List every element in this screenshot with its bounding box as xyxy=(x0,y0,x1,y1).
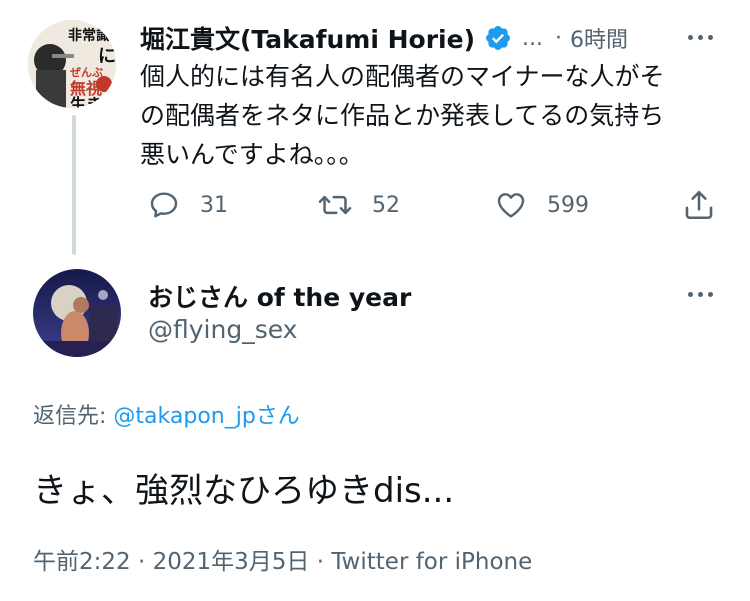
reply-count: 31 xyxy=(200,192,228,218)
like-action[interactable]: 599 xyxy=(495,189,589,221)
parent-display-name[interactable]: 堀江貴文(Takafumi Horie) xyxy=(140,20,475,56)
replying-to-label: 返信先: xyxy=(33,404,114,429)
avatar-book-text-1: 非常識 xyxy=(68,27,110,44)
avatar-book-text-3: ぜんぶ xyxy=(70,66,103,79)
reply-timestamp[interactable]: 午前2:22 · 2021年3月5日 · Twitter for iPhone xyxy=(33,542,532,576)
reply-tweet-text: きょ、強烈なひろゆきdis... xyxy=(33,471,455,511)
retweet-icon xyxy=(318,189,352,221)
parent-tweet-line-1: 個人的には有名人の配偶者のマイナーな人がそ xyxy=(140,62,665,91)
reply-handle[interactable]: @flying_sex xyxy=(148,315,297,344)
parent-time[interactable]: 6時間 xyxy=(570,22,628,54)
share-icon[interactable] xyxy=(682,188,716,226)
like-icon xyxy=(495,189,527,221)
parent-ellipsis: ... xyxy=(522,25,543,51)
reply-icon xyxy=(148,189,180,221)
reply-avatar-image xyxy=(33,269,121,357)
reply-more-icon[interactable] xyxy=(688,292,713,297)
avatar-book-text-2: に xyxy=(98,46,116,67)
parent-tweet-line-3: 悪いんですよね。。。 xyxy=(140,140,364,169)
parent-avatar-image: 非常識 に ぜんぶ 無視 生き xyxy=(28,20,116,108)
avatar-book-text-5: 生き xyxy=(70,95,102,108)
reply-action[interactable]: 31 xyxy=(148,189,228,221)
thread-line xyxy=(72,115,76,255)
replying-to-handle-link[interactable]: @takapon_jp xyxy=(113,404,255,429)
reply-avatar[interactable] xyxy=(33,269,121,357)
like-count: 599 xyxy=(547,192,589,218)
verified-icon xyxy=(484,24,512,52)
replying-to-suffix: さん xyxy=(255,404,300,429)
retweet-count: 52 xyxy=(372,192,400,218)
parent-tweet-text: 個人的には有名人の配偶者のマイナーな人がそ の配偶者をネタに作品とか発表してるの… xyxy=(140,57,725,174)
parent-tweet-line-2: の配偶者をネタに作品とか発表してるの気持ち xyxy=(140,101,665,130)
reply-display-name[interactable]: おじさん of the year xyxy=(148,278,411,314)
parent-separator: · xyxy=(554,25,562,51)
more-icon[interactable] xyxy=(688,35,713,40)
parent-header: 堀江貴文(Takafumi Horie) ... · 6時間 xyxy=(140,22,628,54)
replying-to: 返信先: @takapon_jpさん xyxy=(33,398,300,430)
parent-avatar[interactable]: 非常識 に ぜんぶ 無視 生き xyxy=(28,20,116,108)
retweet-action[interactable]: 52 xyxy=(318,189,400,221)
